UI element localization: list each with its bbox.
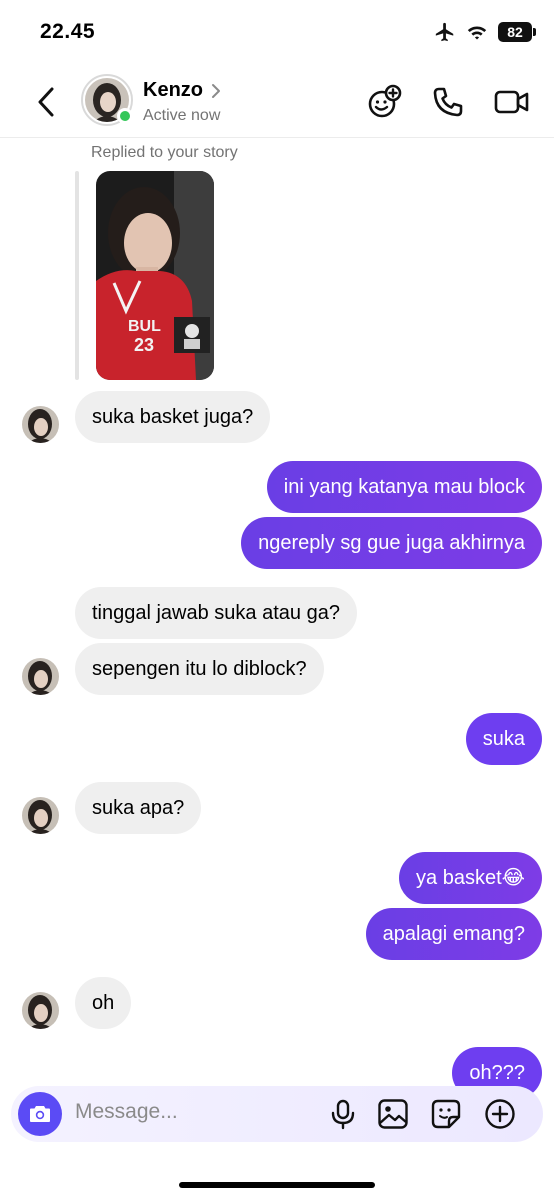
message-bubble-outgoing[interactable]: ngereply sg gue juga akhirnya — [241, 517, 542, 569]
contact-name-row[interactable]: Kenzo — [143, 79, 221, 102]
story-thumbnail[interactable]: BUL 23 — [96, 171, 214, 380]
status-icons: 82 — [434, 21, 536, 43]
plus-icon[interactable] — [484, 1098, 516, 1130]
message-bubble-outgoing[interactable]: ini yang katanya mau block — [266, 461, 542, 513]
reply-divider — [75, 171, 79, 380]
message-bubble-outgoing[interactable]: suka — [465, 713, 542, 765]
chat-header: Kenzo Active now — [0, 66, 554, 138]
sender-avatar[interactable] — [22, 992, 59, 1029]
sender-avatar[interactable] — [22, 406, 59, 443]
message-bubble-incoming[interactable]: suka apa? — [75, 782, 202, 834]
sender-avatar[interactable] — [22, 797, 59, 834]
online-indicator — [117, 108, 133, 124]
status-bar: 22.45 82 — [0, 0, 554, 66]
story-reply-label: Replied to your story — [91, 144, 238, 161]
wifi-icon — [467, 26, 487, 40]
contact-status: Active now — [143, 107, 221, 124]
home-indicator — [179, 1182, 375, 1188]
phone-icon[interactable] — [430, 84, 466, 120]
contact-name[interactable]: Kenzo — [143, 79, 203, 102]
chevron-right-icon — [212, 83, 220, 98]
battery-indicator: 82 — [498, 22, 536, 42]
message-bubble-incoming[interactable]: tinggal jawab suka atau ga? — [75, 587, 357, 639]
svg-text:23: 23 — [134, 335, 154, 355]
sticker-icon[interactable] — [430, 1098, 462, 1130]
game-controller-icon[interactable] — [366, 84, 402, 120]
status-time: 22.45 — [40, 20, 96, 43]
message-bubble-outgoing[interactable]: ya basket😂 — [399, 852, 542, 904]
airplane-icon — [435, 22, 454, 42]
message-bubble-incoming[interactable]: sepengen itu lo diblock? — [75, 643, 324, 695]
message-composer: Message... — [11, 1086, 543, 1142]
message-bubble-outgoing[interactable]: apalagi emang? — [365, 908, 542, 960]
sender-avatar[interactable] — [22, 658, 59, 695]
message-input[interactable]: Message... — [75, 1100, 178, 1124]
message-bubble-incoming[interactable]: suka basket juga? — [75, 391, 271, 443]
video-camera-icon[interactable] — [494, 84, 530, 120]
message-bubble-incoming[interactable]: oh — [75, 977, 132, 1029]
camera-button[interactable] — [18, 1092, 62, 1136]
gallery-icon[interactable] — [377, 1098, 409, 1130]
back-icon[interactable] — [32, 84, 62, 120]
camera-icon — [30, 1106, 50, 1122]
contact-avatar[interactable] — [81, 74, 133, 126]
svg-text:BUL: BUL — [128, 318, 161, 335]
microphone-icon[interactable] — [327, 1098, 359, 1130]
